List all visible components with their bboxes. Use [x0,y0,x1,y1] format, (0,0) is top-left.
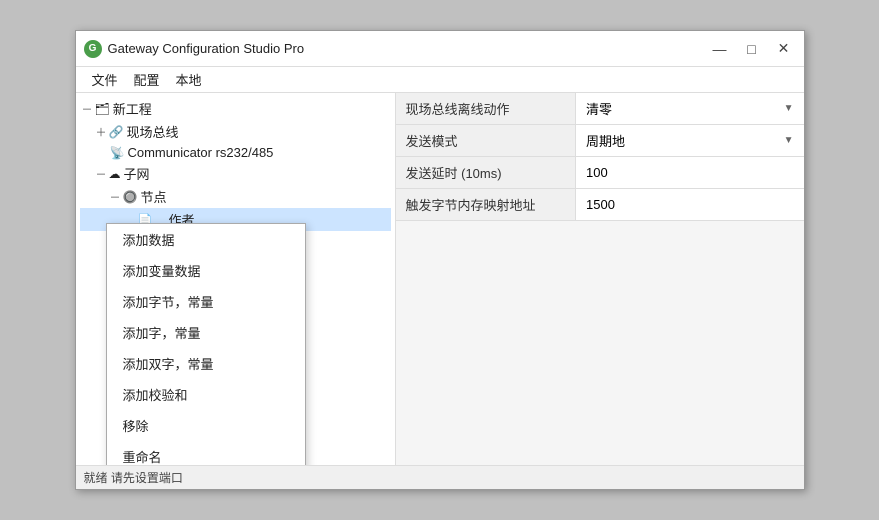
prop-row-offline-action: 现场总线离线动作 清零 ▼ [396,93,804,125]
expand-icon-root: － [82,101,93,117]
left-panel: － 🗂 新工程 ＋ 🔗 现场总线 📡 Communicator rs232/48… [76,93,396,465]
status-text: 就绪 请先设置端口 [84,469,183,486]
trigger-address-input[interactable] [586,197,794,212]
prop-value-send-delay[interactable] [576,157,804,189]
prop-value-offline-action: 清零 ▼ [576,93,804,125]
expand-icon-fieldbus: ＋ [96,124,107,140]
prop-value-send-mode: 周期地 ▼ [576,125,804,157]
node-icon: 🔘 [123,190,138,204]
subnet-icon: ☁ [109,167,121,181]
fieldbus-icon: 🔗 [109,125,124,139]
send-delay-input[interactable] [586,165,794,180]
status-bar: 就绪 请先设置端口 [76,465,804,489]
tree-label-root: 新工程 [113,99,152,118]
main-window: G Gateway Configuration Studio Pro — □ ✕… [75,30,805,490]
prop-label-trigger-address: 触发字节内存映射地址 [396,189,576,221]
prop-row-trigger-address: 触发字节内存映射地址 [396,189,804,221]
menu-bar: 文件 配置 本地 [76,67,804,93]
tree-item-subnet[interactable]: － ☁ 子网 [80,162,391,185]
tree-item-communicator[interactable]: 📡 Communicator rs232/485 [80,143,391,162]
communicator-icon: 📡 [110,146,125,160]
main-content: － 🗂 新工程 ＋ 🔗 现场总线 📡 Communicator rs232/48… [76,93,804,465]
title-bar: G Gateway Configuration Studio Pro — □ ✕ [76,31,804,67]
menu-file[interactable]: 文件 [84,68,126,91]
prop-label-offline-action: 现场总线离线动作 [396,93,576,125]
expand-icon-node: － [110,189,121,205]
context-add-word-const[interactable]: 添加字，常量 [107,317,305,348]
context-add-variable[interactable]: 添加变量数据 [107,255,305,286]
prop-label-send-delay: 发送延时 (10ms) [396,157,576,189]
tree-label-fieldbus: 现场总线 [126,122,178,141]
window-controls: — □ ✕ [708,38,796,60]
maximize-button[interactable]: □ [740,38,764,60]
send-mode-value: 周期地 [586,131,625,150]
prop-row-send-mode: 发送模式 周期地 ▼ [396,125,804,157]
folder-icon: 🗂 [95,102,110,116]
prop-value-trigger-address[interactable] [576,189,804,221]
property-table: 现场总线离线动作 清零 ▼ 发送模式 周期地 [396,93,804,221]
context-add-checksum[interactable]: 添加校验和 [107,379,305,410]
context-add-byte-const[interactable]: 添加字节，常量 [107,286,305,317]
expand-icon-subnet: － [96,166,107,182]
minimize-button[interactable]: — [708,38,732,60]
send-mode-select-wrapper: 周期地 ▼ [586,131,794,150]
right-panel: 现场总线离线动作 清零 ▼ 发送模式 周期地 [396,93,804,465]
offline-action-select-wrapper: 清零 ▼ [586,99,794,118]
tree-item-root[interactable]: － 🗂 新工程 [80,97,391,120]
tree-item-node[interactable]: － 🔘 节点 [80,185,391,208]
menu-local[interactable]: 本地 [168,68,210,91]
context-menu: 添加数据 添加变量数据 添加字节，常量 添加字，常量 添加双字，常量 添加校验和… [106,223,306,465]
context-add-data[interactable]: 添加数据 [107,224,305,255]
menu-config[interactable]: 配置 [126,68,168,91]
tree-label-communicator: Communicator rs232/485 [127,145,273,160]
context-add-dword-const[interactable]: 添加双字，常量 [107,348,305,379]
prop-label-send-mode: 发送模式 [396,125,576,157]
tree-label-subnet: 子网 [124,164,150,183]
prop-row-send-delay: 发送延时 (10ms) [396,157,804,189]
tree-item-fieldbus[interactable]: ＋ 🔗 现场总线 [80,120,391,143]
app-icon: G [84,40,102,58]
tree-label-node: 节点 [140,187,166,206]
context-rename[interactable]: 重命名 [107,441,305,465]
context-remove[interactable]: 移除 [107,410,305,441]
close-button[interactable]: ✕ [772,38,796,60]
window-title: Gateway Configuration Studio Pro [108,41,708,56]
offline-action-arrow[interactable]: ▼ [784,103,794,114]
send-mode-arrow[interactable]: ▼ [784,135,794,146]
offline-action-value: 清零 [586,99,612,118]
